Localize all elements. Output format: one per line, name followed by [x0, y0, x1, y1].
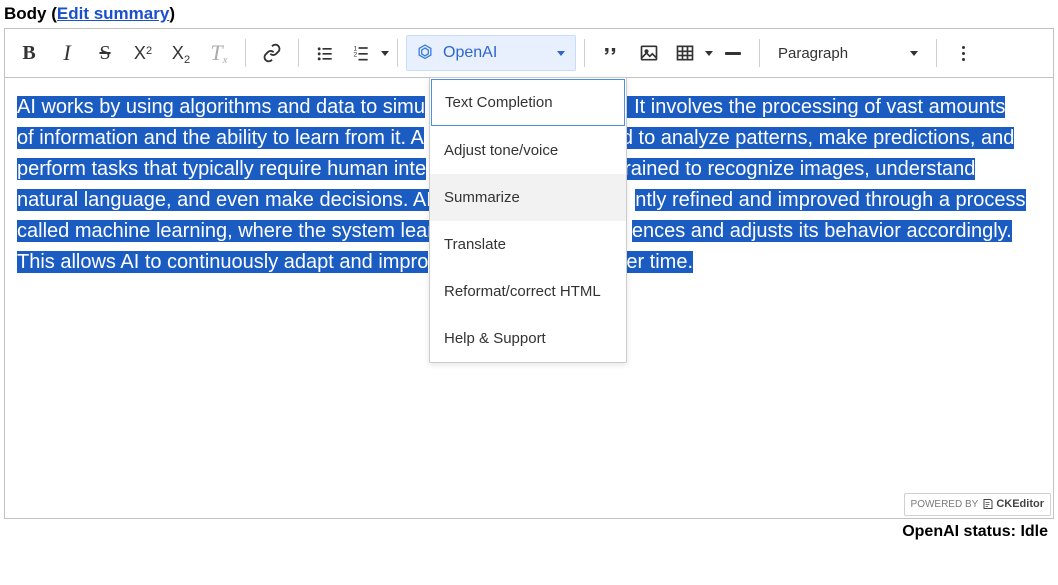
table-dropdown[interactable] [669, 35, 713, 71]
remove-format-icon: Tx [210, 40, 227, 66]
strikethrough-button[interactable]: S [87, 35, 123, 71]
text-run: d to analyze patterns, make predictions,… [622, 127, 1014, 149]
powered-by-badge[interactable]: POWERED BY CKEditor [904, 493, 1051, 516]
text-run: rained to recognize images, understand [624, 158, 975, 180]
bullet-list-icon [315, 43, 335, 63]
kebab-icon [962, 46, 965, 61]
table-button[interactable] [669, 35, 701, 71]
separator [397, 39, 398, 67]
superscript-icon: X2 [134, 43, 152, 64]
text-run: perform tasks that typically require hum… [17, 158, 426, 180]
table-icon [675, 43, 695, 63]
bold-button[interactable]: B [11, 35, 47, 71]
blockquote-button[interactable] [593, 35, 629, 71]
dropdown-item-summarize[interactable]: Summarize [430, 174, 626, 221]
text-run: of information and the ability to learn … [17, 127, 424, 149]
ckeditor-icon [982, 498, 994, 510]
text-run: ntly refined and improved through a proc… [635, 189, 1025, 211]
separator [936, 39, 937, 67]
text-run: natural language, and even make decision… [17, 189, 437, 211]
numbered-list-button[interactable]: 1 2 [345, 35, 377, 71]
subscript-button[interactable]: X2 [163, 35, 199, 71]
text-run: called machine learning, where the syste… [17, 220, 434, 242]
svg-text:2: 2 [354, 51, 358, 58]
subscript-icon: X2 [172, 43, 190, 64]
heading-label: Paragraph [778, 45, 848, 62]
heading-dropdown[interactable]: Paragraph [768, 35, 928, 71]
separator [298, 39, 299, 67]
horizontal-rule-button[interactable] [715, 35, 751, 71]
dropdown-item-text-completion[interactable]: Text Completion [431, 79, 625, 126]
text-run: AI works by using algorithms and data to… [17, 96, 425, 118]
remove-format-button[interactable]: Tx [201, 35, 237, 71]
more-button[interactable] [945, 35, 981, 71]
dropdown-item-translate[interactable]: Translate [430, 221, 626, 268]
link-button[interactable] [254, 35, 290, 71]
dropdown-item-adjust-tone[interactable]: Adjust tone/voice [430, 127, 626, 174]
editor: B I S X2 X2 Tx 1 2 [4, 28, 1054, 519]
label-suffix: ) [169, 4, 175, 23]
separator [759, 39, 760, 67]
openai-icon [415, 43, 435, 63]
text-run: ences and adjusts its behavior according… [632, 220, 1012, 242]
openai-dropdown-menu: Text Completion Adjust tone/voice Summar… [429, 77, 627, 363]
bullet-list-button[interactable] [307, 35, 343, 71]
image-button[interactable] [631, 35, 667, 71]
chevron-down-icon [381, 51, 389, 56]
strikethrough-icon: S [99, 42, 110, 65]
numbered-list-icon: 1 2 [351, 43, 371, 63]
ckeditor-logo: CKEditor [982, 496, 1044, 513]
bold-icon: B [22, 42, 35, 65]
chevron-down-icon [910, 51, 918, 56]
chevron-down-icon [557, 51, 565, 56]
italic-icon: I [63, 40, 70, 66]
horizontal-rule-icon [725, 52, 741, 55]
field-label: Body (Edit summary) [4, 4, 1054, 24]
link-icon [262, 43, 282, 63]
powered-label: POWERED BY [911, 497, 979, 513]
separator [584, 39, 585, 67]
image-icon [639, 43, 659, 63]
text-run: . It involves the processing of vast amo… [623, 96, 1005, 118]
label-prefix: Body ( [4, 4, 57, 23]
italic-button[interactable]: I [49, 35, 85, 71]
text-run: er time. [626, 251, 693, 273]
numbered-list-dropdown[interactable]: 1 2 [345, 35, 389, 71]
openai-label: OpenAI [443, 44, 497, 62]
superscript-button[interactable]: X2 [125, 35, 161, 71]
text-run: This allows AI to continuously adapt and… [17, 251, 428, 273]
dropdown-item-help-support[interactable]: Help & Support [430, 315, 626, 362]
dropdown-item-reformat-html[interactable]: Reformat/correct HTML [430, 268, 626, 315]
separator [245, 39, 246, 67]
status-bar: OpenAI status: Idle [4, 519, 1054, 541]
toolbar: B I S X2 X2 Tx 1 2 [5, 29, 1053, 78]
chevron-down-icon [705, 51, 713, 56]
blockquote-icon [601, 43, 621, 63]
openai-dropdown-button[interactable]: OpenAI [406, 35, 576, 71]
edit-summary-link[interactable]: Edit summary [57, 4, 169, 23]
